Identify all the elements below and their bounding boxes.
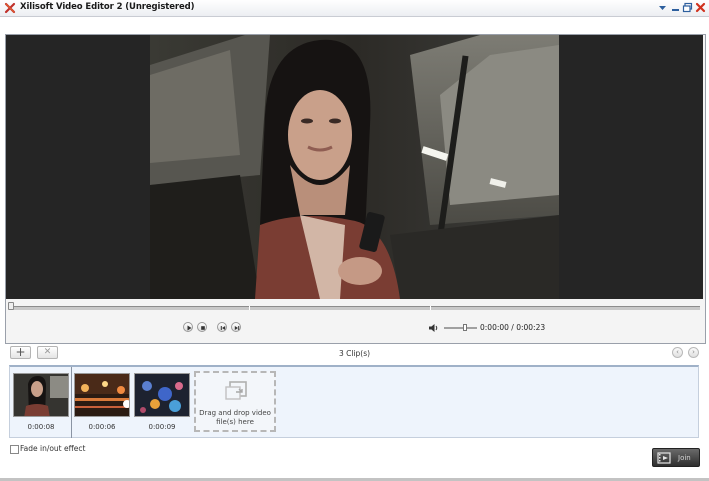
clip-thumbnail bbox=[74, 373, 130, 417]
film-join-icon bbox=[657, 452, 671, 464]
play-button[interactable] bbox=[183, 322, 193, 332]
volume-slider[interactable] bbox=[444, 327, 477, 329]
minimize-icon[interactable] bbox=[670, 2, 681, 13]
skip-back-icon bbox=[220, 326, 226, 330]
clip-boundary-marker bbox=[430, 306, 431, 310]
import-file-icon bbox=[225, 381, 247, 400]
stop-icon bbox=[201, 326, 205, 330]
move-right-button[interactable]: › bbox=[688, 347, 699, 358]
clip-boundary-marker bbox=[249, 306, 250, 310]
clip-duration: 0:00:06 bbox=[88, 423, 116, 431]
video-frame-image bbox=[150, 35, 559, 299]
clip-item[interactable]: 0:00:06 bbox=[72, 367, 132, 437]
time-display: 0:00:00 / 0:00:23 bbox=[480, 323, 546, 332]
clip-item[interactable]: 0:00:08 bbox=[11, 367, 71, 437]
window-title: Xilisoft Video Editor 2 (Unregistered) bbox=[20, 2, 195, 12]
volume-icon[interactable] bbox=[428, 323, 439, 333]
skip-forward-icon bbox=[234, 326, 240, 330]
seek-handle[interactable] bbox=[8, 302, 14, 310]
stop-button[interactable] bbox=[197, 322, 207, 332]
menu-dropdown-icon[interactable] bbox=[657, 2, 668, 13]
fade-label: Fade in/out effect bbox=[20, 444, 86, 453]
next-frame-button[interactable] bbox=[231, 322, 241, 332]
clip-count: 3 Clip(s) bbox=[338, 349, 371, 358]
volume-handle[interactable] bbox=[463, 324, 467, 331]
drop-zone-label: Drag and drop video file(s) here bbox=[199, 409, 271, 426]
clip-thumbnail bbox=[134, 373, 190, 417]
seek-bar[interactable] bbox=[10, 306, 700, 310]
clip-duration: 0:00:08 bbox=[27, 423, 55, 431]
clip-item[interactable]: 0:00:09 bbox=[132, 367, 192, 437]
maximize-icon[interactable] bbox=[682, 2, 693, 13]
join-button[interactable]: Join bbox=[652, 448, 700, 467]
fade-checkbox[interactable] bbox=[10, 445, 19, 454]
play-icon bbox=[187, 325, 192, 331]
title-bar: Xilisoft Video Editor 2 (Unregistered) bbox=[0, 0, 709, 17]
clip-duration: 0:00:09 bbox=[148, 423, 176, 431]
previous-frame-button[interactable] bbox=[217, 322, 227, 332]
join-label: Join bbox=[678, 454, 691, 462]
drop-zone[interactable]: Drag and drop video file(s) here bbox=[194, 371, 276, 432]
clip-thumbnail bbox=[13, 373, 69, 417]
move-left-button[interactable]: ‹ bbox=[672, 347, 683, 358]
app-logo-icon bbox=[4, 2, 16, 14]
close-icon[interactable] bbox=[695, 2, 706, 13]
video-preview bbox=[6, 35, 703, 299]
